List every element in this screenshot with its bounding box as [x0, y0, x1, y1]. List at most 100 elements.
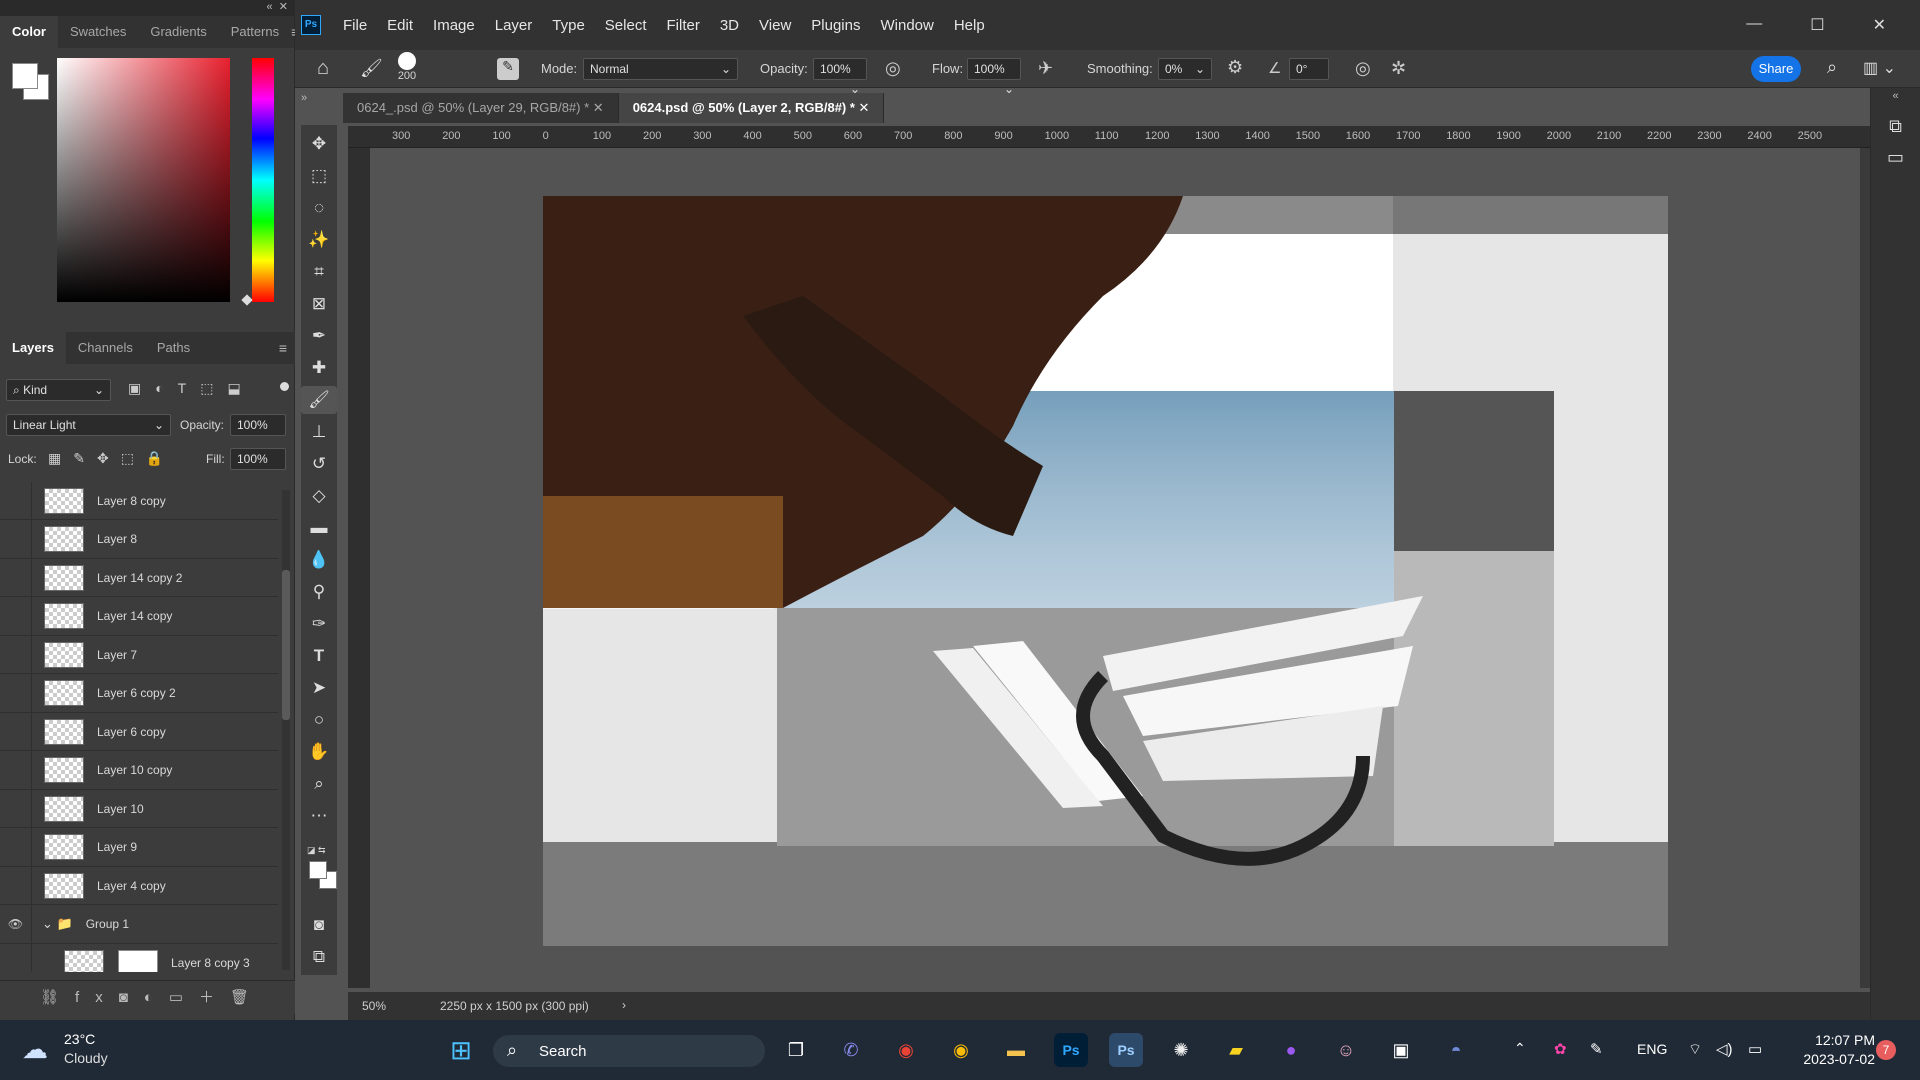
doc-tab-0624[interactable]: 0624.psd @ 50% (Layer 2, RGB/8#) * ✕ [618, 93, 885, 123]
tray-app-icon[interactable]: ✿ [1554, 1040, 1567, 1058]
layer-row[interactable]: Layer 4 copy [0, 866, 278, 905]
lasso-tool-icon[interactable]: ◌ [301, 194, 337, 222]
menu-view[interactable]: View [749, 17, 801, 34]
visibility-toggle[interactable] [0, 751, 32, 789]
brush-tool-icon[interactable]: 🖌 [301, 386, 337, 414]
visibility-toggle[interactable] [0, 558, 32, 597]
chatgpt-icon[interactable]: ✺ [1164, 1033, 1198, 1067]
toolbar-foreground-swatch[interactable] [309, 861, 327, 879]
foreground-color-swatch[interactable] [12, 63, 38, 89]
weather-condition[interactable]: Cloudy [64, 1050, 108, 1066]
share-button[interactable]: Share [1751, 56, 1801, 82]
type-tool-icon[interactable]: T [301, 642, 337, 670]
clock-time[interactable]: 12:07 PM [1795, 1032, 1875, 1048]
dodge-tool-icon[interactable]: ⚲ [301, 578, 337, 606]
taskbar-search-box[interactable]: ⌕ Search [493, 1035, 765, 1067]
menu-filter[interactable]: Filter [657, 17, 710, 34]
brush-settings-icon[interactable]: ✎ [497, 58, 519, 80]
visibility-toggle[interactable] [0, 866, 32, 905]
path-selection-tool-icon[interactable]: ➤ [301, 674, 337, 702]
layer-row[interactable]: Layer 7 [0, 635, 278, 674]
eraser-tool-icon[interactable]: ◇ [301, 482, 337, 510]
file-explorer-icon[interactable]: ▬ [999, 1033, 1033, 1067]
visibility-toggle[interactable] [0, 520, 32, 558]
workspace-icon[interactable]: ▥ ⌄ [1863, 58, 1896, 78]
tab-layers[interactable]: Layers [0, 332, 66, 364]
visibility-toggle[interactable] [0, 828, 32, 866]
visibility-toggle[interactable] [0, 597, 32, 635]
github-icon[interactable]: ● [1274, 1033, 1308, 1067]
avatar-app-icon[interactable]: ☺ [1329, 1033, 1363, 1067]
frame-tool-icon[interactable]: ⊠ [301, 290, 337, 318]
layer-row[interactable]: Layer 14 copy 2 [0, 558, 278, 597]
color-field[interactable] [57, 58, 230, 302]
layer-opacity-field[interactable]: 100% [230, 414, 286, 436]
visibility-toggle[interactable] [0, 482, 32, 520]
toolbar-collapse-icon[interactable]: » [301, 92, 307, 104]
weather-temp[interactable]: 23°C [64, 1031, 95, 1047]
layer-row[interactable]: Layer 10 copy [0, 751, 278, 790]
pen-tray-icon[interactable]: ✎ [1590, 1040, 1603, 1058]
canvas-vertical-scrollbar[interactable] [1860, 148, 1870, 988]
blend-mode-select[interactable]: Linear Light ⌄ [6, 414, 171, 436]
clone-stamp-tool-icon[interactable]: ⊥ [301, 418, 337, 446]
tab-swatches[interactable]: Swatches [58, 16, 138, 48]
menu-help[interactable]: Help [944, 17, 995, 34]
tab-color[interactable]: Color [0, 16, 58, 48]
menu-window[interactable]: Window [870, 17, 943, 34]
ellipse-tool-icon[interactable]: ○ [301, 706, 337, 734]
move-tool-icon[interactable]: ✥ [301, 130, 337, 158]
visibility-eye-icon[interactable]: 👁 [0, 905, 32, 943]
fill-field[interactable]: 100% [230, 448, 286, 470]
layer-filter-icons[interactable]: ▣◐T⬚⬓ [128, 380, 255, 397]
weather-cloud-icon[interactable]: ☁ [22, 1034, 48, 1065]
doc-tab-0624-underscore[interactable]: 0624_.psd @ 50% (Layer 29, RGB/8#) * ✕ [343, 93, 619, 123]
layer-row[interactable]: Layer 8 copy 3 [0, 943, 278, 972]
layer-row[interactable]: Layer 10 [0, 789, 278, 828]
layers-scrollbar-thumb[interactable] [282, 570, 290, 720]
search-icon[interactable]: ⌕ [1827, 57, 1837, 78]
language-indicator[interactable]: ENG [1637, 1041, 1667, 1057]
app-icon[interactable]: ▣ [1384, 1033, 1418, 1067]
chrome-profile-icon[interactable]: ◉ [944, 1033, 978, 1067]
tab-gradients[interactable]: Gradients [138, 16, 218, 48]
home-icon[interactable]: ⌂ [317, 57, 329, 80]
airbrush-icon[interactable]: ✈ [1038, 58, 1053, 79]
blur-tool-icon[interactable]: 💧 [301, 546, 337, 574]
layer-row[interactable]: Layer 9 [0, 828, 278, 867]
layer-row[interactable]: Layer 6 copy 2 [0, 674, 278, 713]
status-expand-icon[interactable]: › [622, 998, 626, 1012]
layer-mask-thumbnail[interactable] [118, 949, 158, 972]
crop-tool-icon[interactable]: ⌗ [301, 258, 337, 286]
photoshop-secondary-icon[interactable]: Ps [1109, 1033, 1143, 1067]
pressure-opacity-icon[interactable]: ◎ [885, 58, 901, 79]
layers-scrollbar[interactable] [282, 490, 290, 970]
wifi-icon[interactable]: ⌔ [1688, 1040, 1702, 1059]
chrome-icon[interactable]: ◉ [889, 1033, 923, 1067]
layer-row[interactable]: 👁 ⌄ 📁 Group 1 [0, 905, 278, 944]
panel-collapse-bar[interactable]: « ✕ [0, 0, 294, 16]
visibility-toggle[interactable] [0, 712, 32, 751]
symmetry-butterfly-icon[interactable]: ✲ [1391, 58, 1406, 79]
layer-row[interactable]: Layer 6 copy [0, 712, 278, 751]
close-tab-icon[interactable]: ✕ [593, 100, 604, 115]
menu-image[interactable]: Image [423, 17, 485, 34]
healing-brush-tool-icon[interactable]: ✚ [301, 354, 337, 382]
layer-filter-kind[interactable]: ⌕ Kind ⌄ [6, 379, 111, 401]
layers-footer-actions[interactable]: ⛓fx◙◐▭＋🗑 [0, 980, 295, 1014]
layer-row[interactable]: Layer 8 [0, 520, 278, 559]
close-icon[interactable]: ✕ [1873, 15, 1886, 35]
marquee-tool-icon[interactable]: ⬚ [301, 162, 337, 190]
tray-overflow-icon[interactable]: ⌃ [1514, 1040, 1526, 1057]
history-brush-tool-icon[interactable]: ↺ [301, 450, 337, 478]
tab-paths[interactable]: Paths [145, 332, 202, 364]
notification-badge[interactable]: 7 [1876, 1040, 1896, 1060]
sticky-notes-icon[interactable]: ▰ [1219, 1033, 1253, 1067]
filter-toggle-icon[interactable] [280, 382, 289, 391]
visibility-toggle[interactable] [0, 674, 32, 712]
flow-field[interactable]: 100% ⌄ [967, 58, 1021, 96]
menu-plugins[interactable]: Plugins [801, 17, 870, 34]
menu-type[interactable]: Type [542, 17, 595, 34]
menu-file[interactable]: File [333, 17, 377, 34]
opacity-field[interactable]: 100% ⌄ [813, 58, 867, 96]
